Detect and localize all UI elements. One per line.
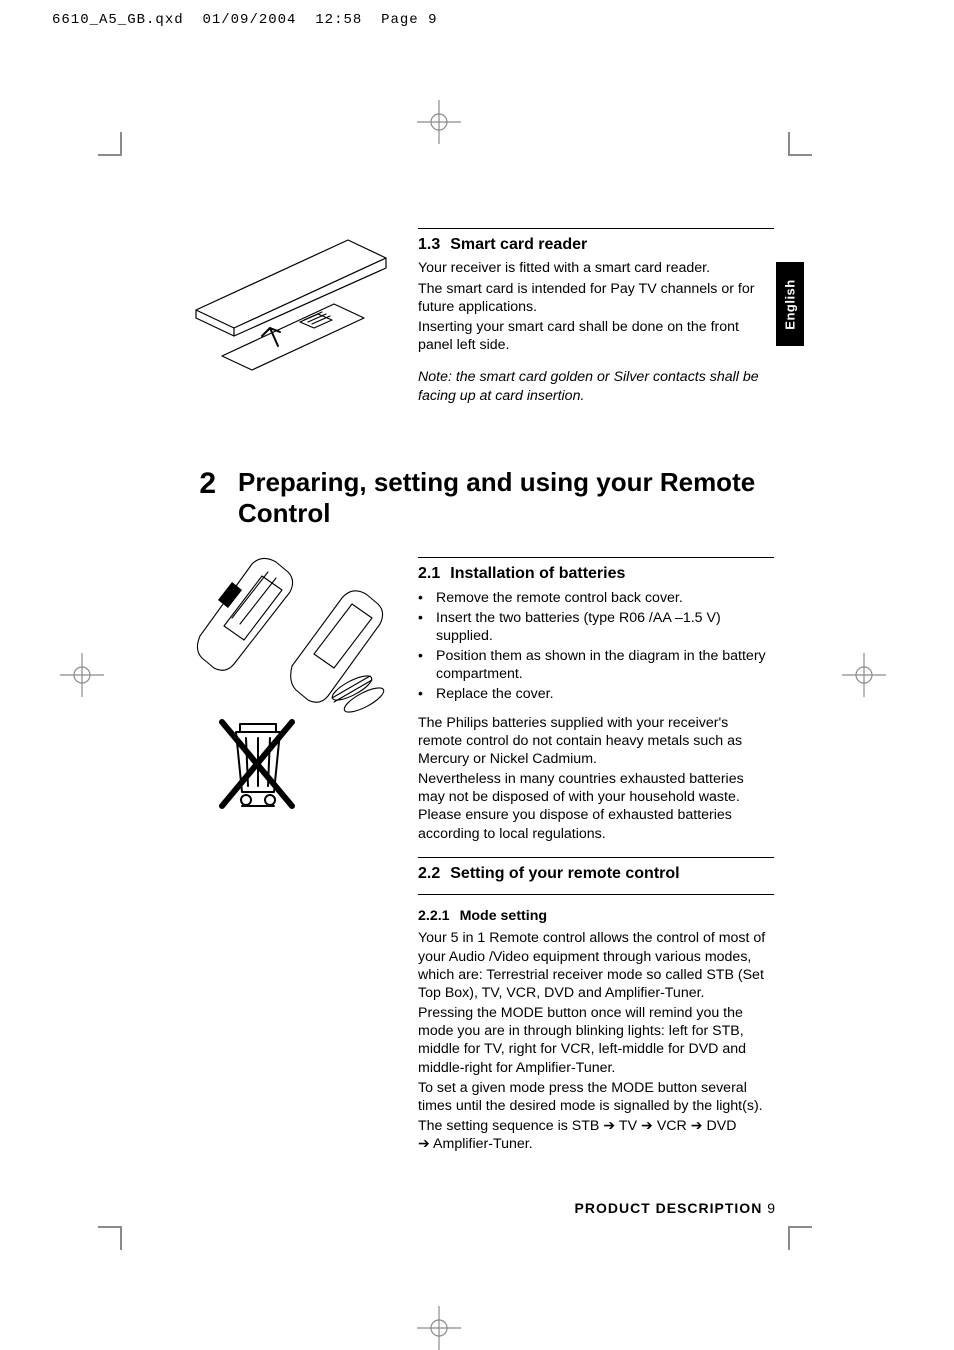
heading-2-1: 2.1Installation of batteries: [418, 564, 774, 584]
chapter-number: 2: [192, 467, 216, 501]
rule: [418, 894, 774, 895]
note-paragraph: Note: the smart card golden or Silver co…: [418, 368, 774, 404]
register-mark-bottom-icon: [417, 1306, 461, 1350]
paragraph: Your 5 in 1 Remote control allows the co…: [418, 929, 774, 1002]
rule: [418, 228, 774, 229]
footer-page-number: 9: [767, 1200, 776, 1216]
page: 6610_A5_GB.qxd 01/09/2004 12:58 Page 9 E…: [0, 0, 954, 1349]
rule: [418, 557, 774, 558]
print-header: 6610_A5_GB.qxd 01/09/2004 12:58 Page 9: [52, 12, 438, 28]
paragraph: Your receiver is fitted with a smart car…: [418, 259, 774, 277]
heading-2-2: 2.2Setting of your remote control: [418, 864, 774, 884]
paragraph: Pressing the MODE button once will remin…: [418, 1004, 774, 1077]
paragraph: The smart card is intended for Pay TV ch…: [418, 280, 774, 316]
register-mark-right-icon: [842, 653, 886, 697]
heading-1-3: 1.3Smart card reader: [418, 235, 774, 255]
paragraph: Inserting your smart card shall be done …: [418, 318, 774, 354]
list-item: Position them as shown in the diagram in…: [418, 647, 774, 683]
crop-corner-tr-icon: [788, 132, 812, 156]
register-mark-top-icon: [417, 100, 461, 144]
crop-corner-tl-icon: [98, 132, 122, 156]
arrow-right-icon: ➔: [691, 1118, 703, 1134]
rule: [418, 857, 774, 858]
list-item: Remove the remote control back cover.: [418, 589, 774, 607]
chapter-title: Preparing, setting and using your Remote…: [238, 467, 774, 529]
paragraph: Nevertheless in many countries exhausted…: [418, 770, 774, 843]
sequence-paragraph: The setting sequence is STB ➔ TV ➔ VCR ➔…: [418, 1117, 774, 1153]
paragraph: The Philips batteries supplied with your…: [418, 714, 774, 769]
file-name: 6610_A5_GB.qxd: [52, 12, 184, 28]
footer-section-label: PRODUCT DESCRIPTION: [575, 1200, 763, 1216]
arrow-right-icon: ➔: [641, 1118, 653, 1134]
language-tab: English: [776, 262, 804, 346]
list-item: Replace the cover.: [418, 685, 774, 703]
crop-corner-br-icon: [788, 1226, 812, 1250]
file-time: 12:58: [315, 12, 362, 28]
language-label: English: [783, 279, 798, 329]
file-date: 01/09/2004: [202, 12, 296, 28]
heading-2-2-1: 2.2.1Mode setting: [418, 907, 774, 925]
bullet-list: Remove the remote control back cover. In…: [418, 589, 774, 704]
page-num: 9: [428, 12, 437, 28]
page-word: Page: [381, 12, 419, 28]
paragraph: To set a given mode press the MODE butto…: [418, 1079, 774, 1115]
chapter-2-heading: 2 Preparing, setting and using your Remo…: [192, 467, 774, 529]
page-footer: PRODUCT DESCRIPTION 9: [420, 1200, 776, 1216]
arrow-right-icon: ➔: [418, 1136, 430, 1152]
arrow-right-icon: ➔: [603, 1118, 615, 1134]
register-mark-left-icon: [60, 653, 104, 697]
content-area: 1.3Smart card reader Your receiver is fi…: [192, 228, 774, 1155]
list-item: Insert the two batteries (type R06 /AA –…: [418, 609, 774, 645]
crop-corner-bl-icon: [98, 1226, 122, 1250]
